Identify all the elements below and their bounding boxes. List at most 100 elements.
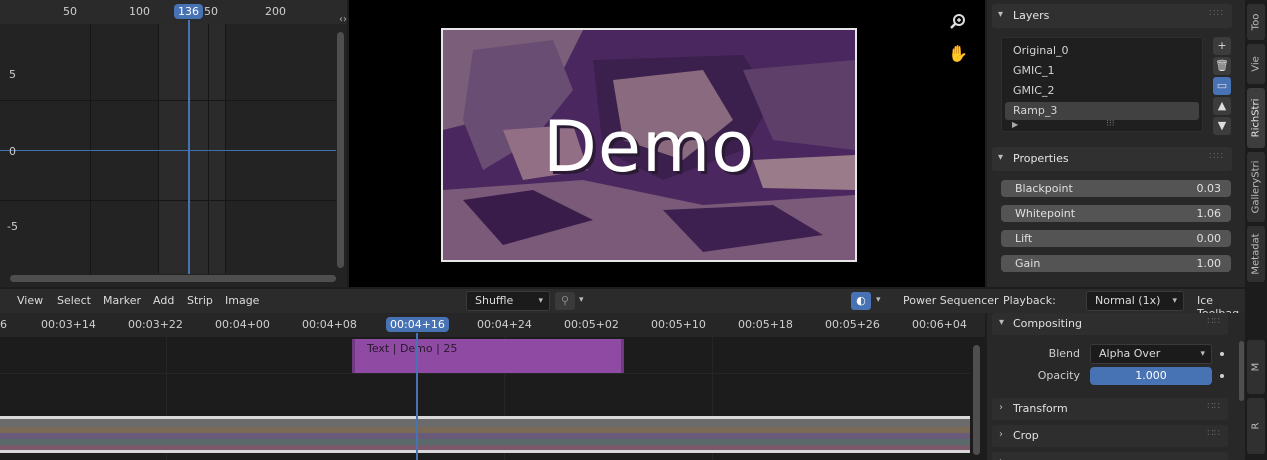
transform-header[interactable]: › Transform ∷∷ [992, 398, 1228, 420]
vertical-scrollbar[interactable] [973, 345, 980, 455]
demo-text-overlay: Demo [543, 106, 755, 188]
power-sequencer-menu[interactable]: Power Sequencer [903, 294, 999, 307]
tab-gallerystrip[interactable]: GalleryStri [1247, 152, 1265, 222]
menu-strip[interactable]: Strip [187, 294, 213, 307]
opacity-value: 1.000 [1135, 369, 1167, 382]
tab-richstrip[interactable]: RichStri [1247, 88, 1265, 148]
resize-grip-icon[interactable]: ⁝⁝⁝ [1106, 119, 1115, 129]
properties-title: Properties [1013, 152, 1069, 165]
grid-line [90, 24, 91, 274]
chevron-down-icon: ▾ [998, 152, 1004, 163]
add-layer-icon[interactable]: + [1213, 37, 1231, 55]
gain-value: 1.00 [1196, 257, 1222, 270]
grid-line [158, 24, 159, 274]
move-up-icon[interactable]: ▲ [1213, 97, 1231, 115]
whitepoint-value: 1.06 [1196, 207, 1222, 220]
expand-arrow-icon[interactable]: ▶ [1012, 120, 1018, 129]
blackpoint-field[interactable]: Blackpoint 0.03 [1001, 180, 1231, 197]
layer-item-selected[interactable]: Ramp_3 [1005, 102, 1199, 120]
transform-title: Transform [1013, 402, 1068, 415]
delete-layer-icon[interactable]: 🗑 [1213, 57, 1231, 75]
channel-strip[interactable] [0, 419, 970, 427]
playhead-line[interactable] [416, 333, 418, 460]
sequencer-timeline[interactable]: 6 00:03+14 00:03+22 00:04+00 00:04+08 00… [0, 313, 985, 460]
tab-metadata[interactable]: Metadat [1247, 226, 1265, 282]
snap-magnet-icon[interactable]: ⚲ [555, 292, 575, 310]
blend-label: Blend [1048, 347, 1080, 360]
tab-m[interactable]: M [1247, 340, 1265, 394]
frame-tick: 100 [129, 5, 150, 18]
menu-view[interactable]: View [17, 294, 43, 307]
tab-r[interactable]: R [1247, 398, 1265, 454]
layer-item[interactable]: Original_0 [1005, 42, 1199, 60]
chevron-down-icon[interactable]: ▾ [876, 295, 881, 305]
drag-grip-icon[interactable]: ∷∷ [1209, 151, 1224, 162]
menu-image[interactable]: Image [225, 294, 259, 307]
drag-grip-icon[interactable]: ∷∷ [1207, 428, 1220, 439]
current-timecode-badge[interactable]: 00:04+16 [386, 317, 449, 332]
horizontal-scrollbar[interactable] [10, 275, 336, 282]
chevron-down-icon[interactable]: ▾ [579, 295, 584, 305]
current-frame-badge[interactable]: 136 [174, 4, 203, 19]
compositing-header[interactable]: ▾ Compositing ∷∷ [992, 313, 1228, 335]
blend-dropdown[interactable]: Alpha Over ▾ [1090, 344, 1212, 364]
timecode-tick: 00:04+08 [302, 318, 357, 331]
playback-speed-dropdown[interactable]: Normal (1x) ▾ [1086, 291, 1184, 311]
frame-range-band [158, 24, 225, 274]
snap-mode-value: Shuffle [475, 294, 514, 307]
timecode-tick: 6 [0, 318, 7, 331]
tab-tool[interactable]: Too [1247, 4, 1265, 40]
lift-label: Lift [1015, 232, 1033, 245]
chevron-down-icon: ▾ [1172, 296, 1177, 306]
menu-select[interactable]: Select [57, 294, 91, 307]
opacity-slider[interactable]: 1.000 [1090, 367, 1212, 385]
crop-title: Crop [1013, 429, 1039, 442]
playback-label: Playback: [1003, 294, 1056, 307]
timecode-ruler[interactable]: 6 00:03+14 00:03+22 00:04+00 00:04+08 00… [0, 313, 985, 337]
chevron-right-icon: › [999, 456, 1003, 460]
layers-panel-header[interactable]: ▾ Layers ∷∷ [992, 4, 1232, 28]
preview-area[interactable]: Demo ✋ [349, 0, 985, 287]
tab-view[interactable]: Vie [1247, 44, 1265, 84]
hand-icon[interactable]: ✋ [947, 43, 969, 65]
sidebar-tabs: Too Vie RichStri GalleryStri Metadat M R [1245, 0, 1267, 460]
properties-panel-header[interactable]: ▾ Properties ∷∷ [992, 147, 1232, 171]
vertical-scrollbar[interactable] [337, 32, 344, 268]
frame-ruler[interactable]: 50 100 50 200 136 [0, 0, 347, 24]
lift-field[interactable]: Lift 0.00 [1001, 230, 1231, 247]
gain-field[interactable]: Gain 1.00 [1001, 255, 1231, 272]
layers-list[interactable]: Original_0 GMIC_1 GMIC_2 Ramp_3 ▶ ⁝⁝⁝ [1001, 37, 1203, 132]
layer-item[interactable]: GMIC_1 [1005, 62, 1199, 80]
timecode-tick: 00:03+22 [128, 318, 183, 331]
graph-editor[interactable]: 50 100 50 200 136 5 0 -5 ‹› [0, 0, 347, 287]
drag-grip-icon[interactable]: ∷∷ [1207, 401, 1220, 412]
timecode-tick: 00:03+14 [41, 318, 96, 331]
channel-divider [0, 373, 970, 374]
snap-mode-dropdown[interactable]: Shuffle ▾ [466, 291, 550, 311]
drag-grip-icon[interactable]: ∷∷ [1209, 8, 1224, 19]
chevron-right-icon: › [999, 402, 1003, 413]
next-section-header[interactable]: › [992, 452, 1228, 460]
display-layer-icon[interactable]: ▭ [1213, 77, 1231, 95]
area-expand-icon[interactable]: ‹› [339, 14, 347, 25]
playhead-line[interactable] [188, 20, 190, 274]
crop-header[interactable]: › Crop ∷∷ [992, 425, 1228, 447]
move-down-icon[interactable]: ▼ [1213, 117, 1231, 135]
overlay-toggle-icon[interactable]: ◐ [851, 292, 871, 310]
menu-marker[interactable]: Marker [103, 294, 141, 307]
keyframe-dot-icon[interactable] [1220, 352, 1224, 356]
menu-add[interactable]: Add [153, 294, 174, 307]
text-strip[interactable]: Text | Demo | 25 [352, 339, 624, 373]
blackpoint-label: Blackpoint [1015, 182, 1073, 195]
y-axis-label: 0 [9, 145, 16, 158]
grid-line [0, 200, 336, 201]
drag-grip-icon[interactable]: ∷∷ [1207, 316, 1220, 327]
vertical-scrollbar[interactable] [1239, 341, 1244, 401]
layer-item[interactable]: GMIC_2 [1005, 82, 1199, 100]
compositing-title: Compositing [1013, 317, 1082, 330]
chevron-down-icon: ▾ [998, 9, 1004, 20]
strip-border [0, 450, 970, 453]
whitepoint-field[interactable]: Whitepoint 1.06 [1001, 205, 1231, 222]
keyframe-dot-icon[interactable] [1220, 374, 1224, 378]
zoom-in-icon[interactable] [947, 13, 969, 35]
